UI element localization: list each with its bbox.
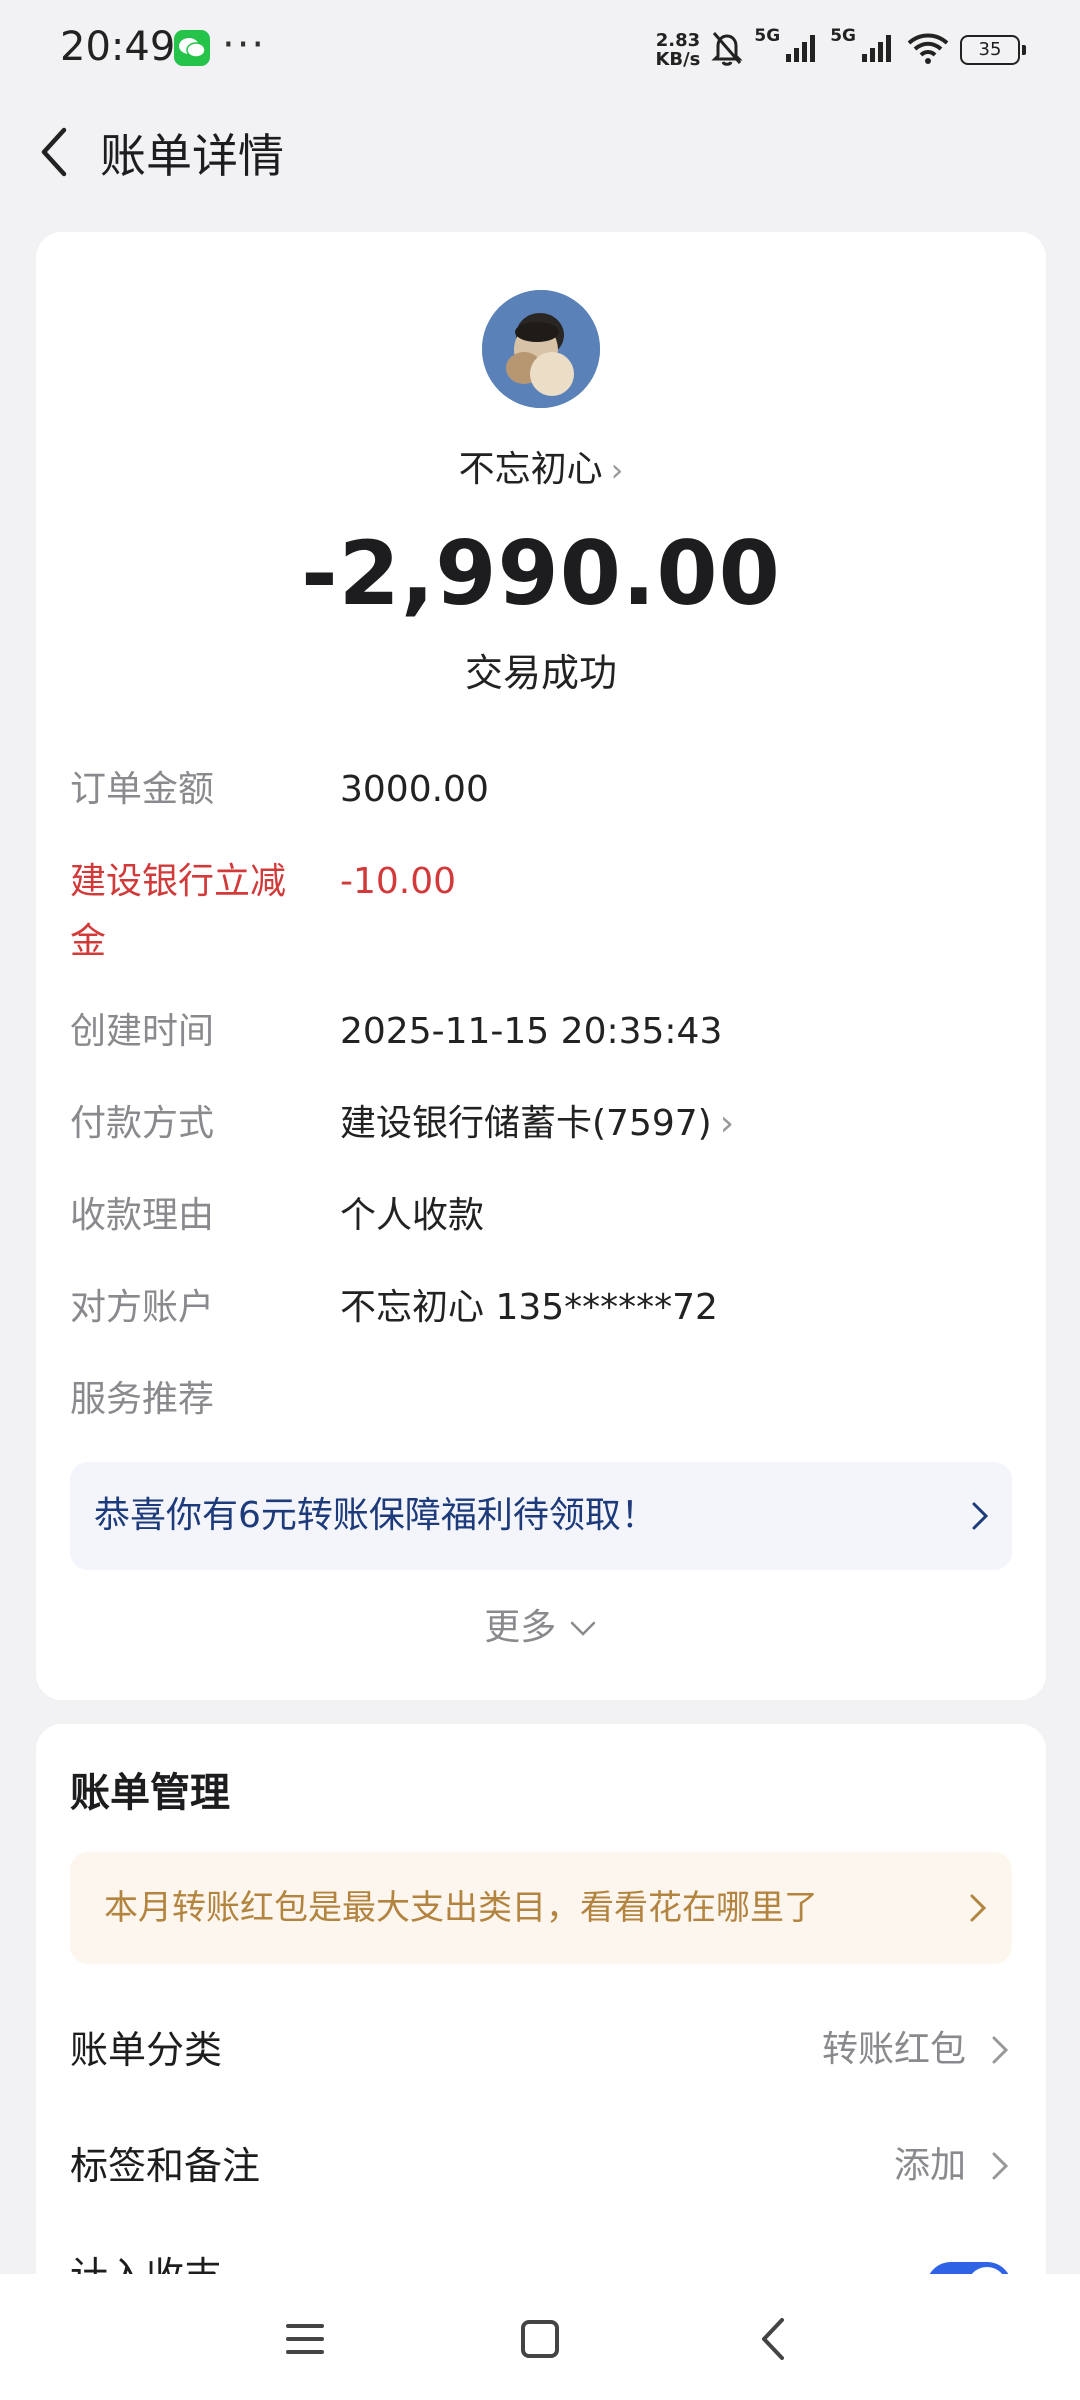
- back-nav-icon[interactable]: [750, 2314, 800, 2364]
- detail-value: 不忘初心 135******72: [340, 1287, 718, 1328]
- chevron-right-icon: [968, 1888, 990, 1928]
- payee-name: 不忘初心: [458, 449, 603, 490]
- bill-category-row[interactable]: 账单分类 转账红包: [70, 2010, 1012, 2090]
- network-type-2: 5G: [830, 26, 856, 46]
- section-title: 账单管理: [70, 1770, 230, 1816]
- detail-label: 收款理由: [70, 1195, 215, 1236]
- home-icon[interactable]: [515, 2314, 565, 2364]
- payee-name-link[interactable]: 不忘初心 ›: [36, 440, 1046, 492]
- banner-text: 恭喜你有6元转账保障福利待领取！: [94, 1495, 657, 1536]
- chevron-right-icon: ›: [719, 1103, 735, 1144]
- network-type-1: 5G: [754, 26, 781, 46]
- detail-label: 订单金额: [70, 769, 215, 810]
- back-button[interactable]: [30, 122, 80, 182]
- transaction-status: 交易成功: [464, 651, 617, 695]
- clock: 20:49: [60, 24, 176, 70]
- detail-value: 个人收款: [340, 1195, 485, 1236]
- detail-value: 建设银行储蓄卡(7597): [340, 1103, 712, 1144]
- page-title: 账单详情: [100, 129, 284, 183]
- detail-value: 3000.00: [340, 769, 489, 810]
- menu-icon[interactable]: [280, 2314, 330, 2364]
- chevron-down-icon: [568, 1607, 598, 1648]
- status-bar: 20:49 ··· 2.83 KB/s 5G 5G 35: [0, 0, 1080, 100]
- chevron-right-icon: ›: [610, 451, 624, 489]
- spending-insight-banner[interactable]: 本月转账红包是最大支出类目，看看花在哪里了: [70, 1852, 1012, 1964]
- signal-icon: [860, 32, 896, 68]
- system-nav-bar: [0, 2274, 1080, 2400]
- chevron-right-icon: [990, 2030, 1012, 2070]
- chevron-right-icon: [970, 1496, 992, 1536]
- row-label: 账单分类: [70, 2028, 223, 2072]
- detail-label: 付款方式: [70, 1103, 215, 1144]
- tags-notes-row[interactable]: 标签和备注 添加: [70, 2126, 1012, 2206]
- payee-avatar[interactable]: [482, 290, 600, 408]
- detail-label: 建设银行立减金: [70, 861, 287, 962]
- wifi-icon: [906, 31, 950, 69]
- more-button[interactable]: 更多: [36, 1598, 1046, 1650]
- detail-value: 2025-11-15 20:35:43: [340, 1011, 723, 1052]
- transfer-protection-banner[interactable]: 恭喜你有6元转账保障福利待领取！: [70, 1462, 1012, 1570]
- row-label: 标签和备注: [70, 2144, 261, 2188]
- bill-detail-card: 不忘初心 › -2,990.00 交易成功 订单金额 3000.00 建设银行立减…: [36, 232, 1046, 1700]
- payment-method-link[interactable]: 建设银行储蓄卡(7597) ›: [340, 1094, 734, 1154]
- wechat-icon: [174, 30, 210, 66]
- detail-label: 服务推荐: [70, 1379, 215, 1420]
- battery-icon: 35: [960, 35, 1026, 65]
- insight-text: 本月转账红包是最大支出类目，看看花在哪里了: [104, 1888, 818, 1928]
- signal-icon: [784, 32, 820, 68]
- row-value: 添加: [893, 2145, 966, 2186]
- top-app-bar: 账单详情: [0, 110, 1080, 190]
- bell-muted-icon: [710, 29, 744, 71]
- more-notifications-icon: ···: [222, 22, 267, 68]
- detail-label: 对方账户: [70, 1287, 215, 1328]
- row-value: 转账红包: [821, 2029, 966, 2070]
- chevron-right-icon: [990, 2146, 1012, 2186]
- detail-value: -10.00: [340, 861, 457, 902]
- bill-management-card: 账单管理 本月转账红包是最大支出类目，看看花在哪里了 账单分类 转账红包 标签和…: [36, 1724, 1046, 2324]
- detail-label: 创建时间: [70, 1011, 215, 1052]
- status-indicators: 2.83 KB/s 5G 5G 35: [655, 26, 1026, 74]
- transaction-amount: -2,990.00: [301, 522, 781, 625]
- more-label: 更多: [484, 1607, 557, 1648]
- net-speed: 2.83 KB/s: [655, 30, 701, 70]
